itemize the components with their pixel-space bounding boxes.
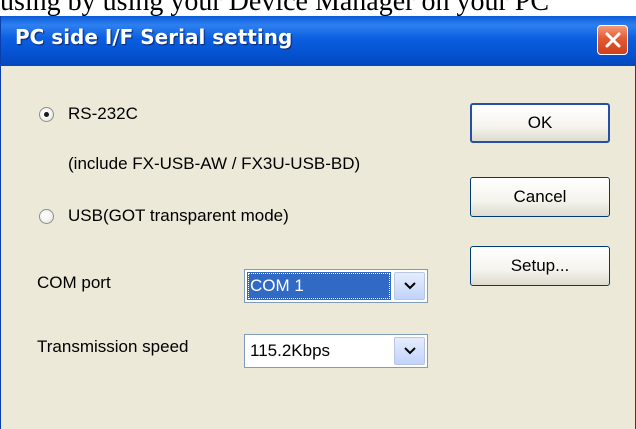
usb-label[interactable]: USB(GOT transparent mode) [68,206,289,226]
rs232c-label[interactable]: RS-232C [68,104,138,124]
chevron-down-icon [404,282,416,290]
dialog-title: PC side I/F Serial setting [15,25,293,49]
close-icon [605,32,621,48]
chevron-down-icon [404,347,416,355]
close-button[interactable] [597,25,628,55]
usb-radio[interactable] [39,209,54,224]
com-port-label: COM port [37,273,111,292]
dialog-body: RS-232C (include FX-USB-AW / FX3U-USB-BD… [1,66,636,429]
rs232c-radio[interactable] [39,107,54,122]
transmission-speed-value: 115.2Kbps [250,341,331,360]
com-port-dropdown-button[interactable] [394,272,425,300]
ok-button[interactable]: OK [470,103,610,143]
title-bar[interactable]: PC side I/F Serial setting [1,16,636,66]
com-port-value: COM 1 [247,272,391,300]
cancel-button[interactable]: Cancel [470,177,610,217]
transmission-speed-select[interactable]: 115.2Kbps [244,334,428,368]
rs232c-note: (include FX-USB-AW / FX3U-USB-BD) [68,154,361,173]
setup-button[interactable]: Setup... [470,246,610,286]
transmission-speed-label: Transmission speed [37,337,189,356]
transmission-speed-dropdown-button[interactable] [394,337,425,365]
serial-setting-dialog: PC side I/F Serial setting RS-232C (incl… [0,16,636,429]
com-port-select[interactable]: COM 1 [244,269,428,303]
